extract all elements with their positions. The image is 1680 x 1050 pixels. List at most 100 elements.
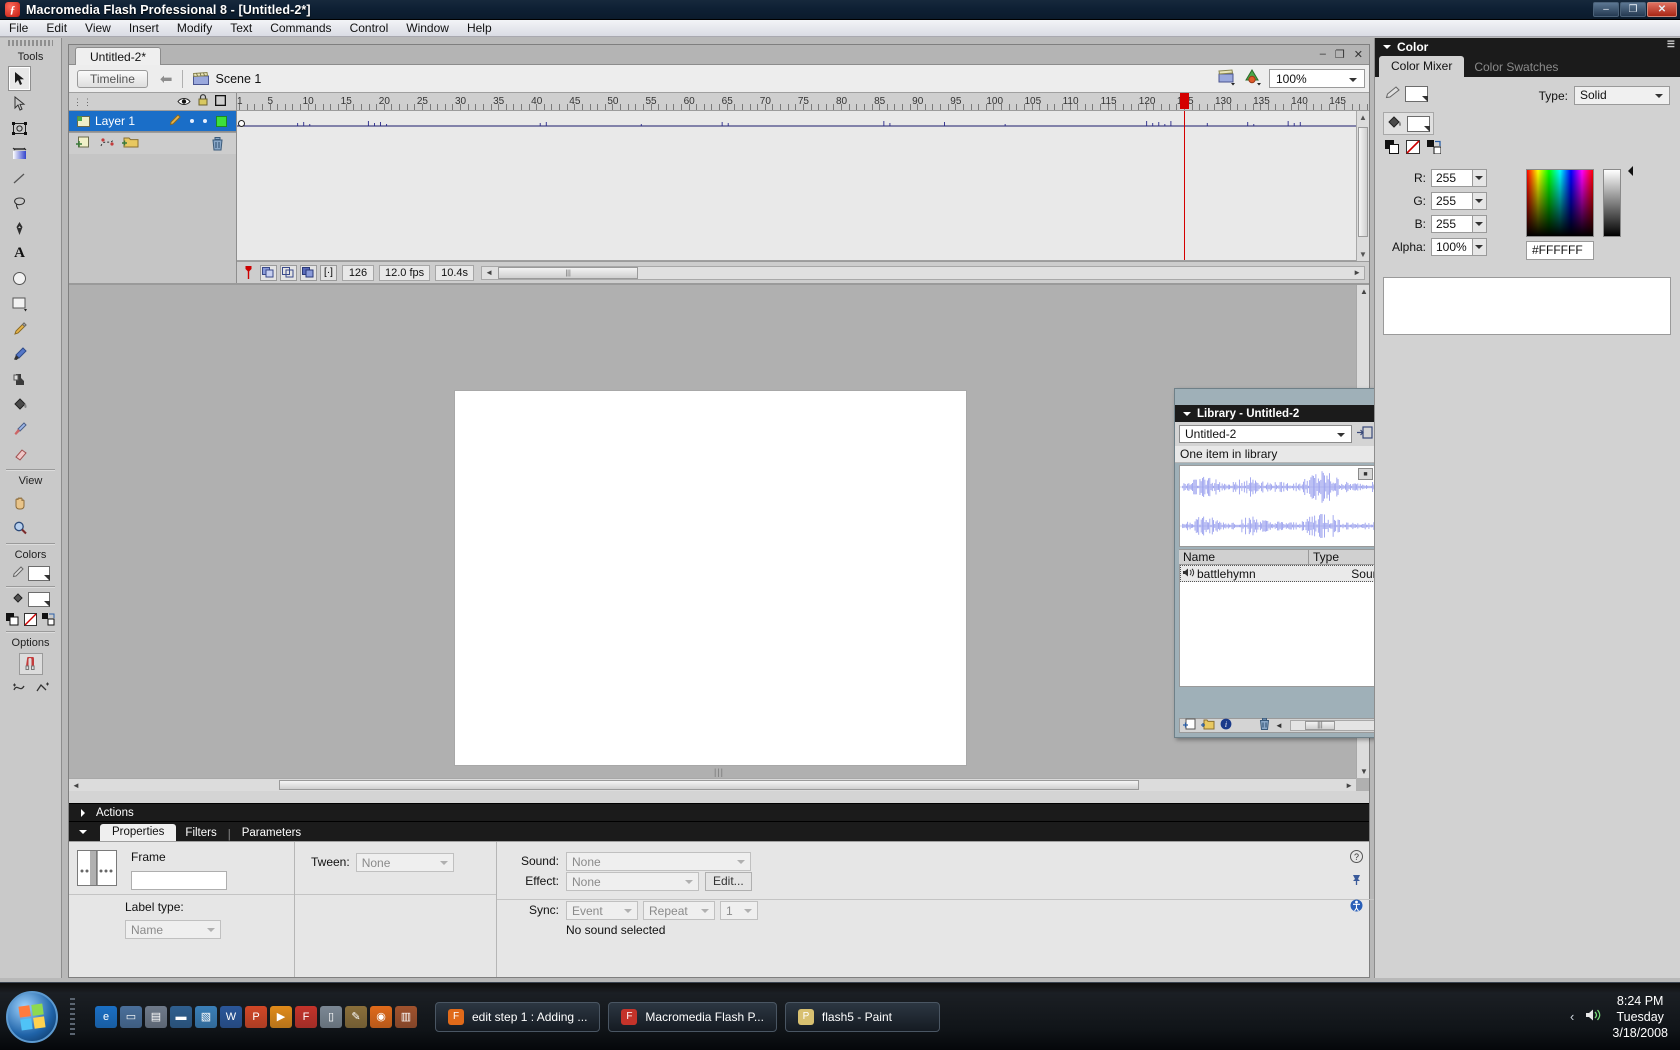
pencil-tool-icon[interactable] bbox=[8, 316, 31, 341]
hand-tool-icon[interactable] bbox=[8, 490, 31, 515]
zoom-tool-icon[interactable] bbox=[8, 515, 31, 540]
menu-edit[interactable]: Edit bbox=[37, 20, 76, 36]
edit-scene-icon[interactable] bbox=[1217, 68, 1237, 89]
luminance-marker-icon[interactable] bbox=[1623, 166, 1633, 176]
color-input-g[interactable]: 255 bbox=[1431, 192, 1473, 210]
tab-color-swatches[interactable]: Color Swatches bbox=[1464, 58, 1568, 77]
color-spinner-r[interactable] bbox=[1473, 169, 1487, 187]
properties-button[interactable]: i bbox=[1220, 718, 1232, 733]
timeline-vertical-scrollbar[interactable]: ▲ ▼ bbox=[1356, 111, 1369, 261]
document-restore-button[interactable]: ❐ bbox=[1335, 48, 1345, 61]
line-tool-icon[interactable] bbox=[8, 166, 31, 191]
color-fill-swatch[interactable] bbox=[1407, 115, 1430, 132]
luminance-slider[interactable] bbox=[1603, 169, 1621, 237]
powerpoint-icon[interactable]: P bbox=[245, 1005, 267, 1028]
collapsed-triangle-icon[interactable] bbox=[81, 808, 89, 817]
no-color-icon[interactable] bbox=[24, 613, 37, 626]
tab-properties[interactable]: Properties bbox=[100, 824, 177, 841]
library-list-item-battlehymn[interactable]: battlehymn Sound bbox=[1180, 565, 1393, 582]
frames-canvas[interactable] bbox=[237, 111, 1369, 261]
minimize-button[interactable]: – bbox=[1593, 2, 1619, 17]
insert-layer-button[interactable] bbox=[76, 135, 93, 152]
color-spinner-g[interactable] bbox=[1473, 192, 1487, 210]
lasso-tool-icon[interactable] bbox=[8, 191, 31, 216]
edit-multiple-frames-icon[interactable] bbox=[300, 264, 317, 281]
library-horizontal-scrollbar[interactable]: ||| bbox=[1289, 720, 1376, 731]
pin-icon[interactable] bbox=[1350, 873, 1363, 889]
media-center-icon[interactable]: ▬ bbox=[170, 1005, 192, 1028]
center-frame-icon[interactable] bbox=[240, 265, 257, 281]
menu-modify[interactable]: Modify bbox=[168, 20, 221, 36]
modify-onion-markers-icon[interactable]: [·] bbox=[320, 264, 337, 281]
layer-row-layer-1[interactable]: Layer 1 bbox=[69, 111, 236, 132]
color-input-r[interactable]: 255 bbox=[1431, 169, 1473, 187]
swap-colors-icon[interactable] bbox=[42, 613, 55, 626]
stage-horizontal-scrollbar[interactable]: ◄ ► bbox=[69, 778, 1356, 791]
insert-layer-folder-button[interactable] bbox=[122, 135, 140, 152]
menu-insert[interactable]: Insert bbox=[120, 20, 168, 36]
menu-control[interactable]: Control bbox=[341, 20, 398, 36]
color-input-b[interactable]: 255 bbox=[1431, 215, 1473, 233]
document-tab-untitled-2[interactable]: Untitled-2* bbox=[75, 47, 162, 65]
gradient-transform-tool-icon[interactable] bbox=[8, 141, 31, 166]
volume-icon[interactable] bbox=[1584, 1007, 1602, 1026]
tray-expand-arrow-icon[interactable]: ‹ bbox=[1570, 1009, 1574, 1024]
edit-symbol-icon[interactable] bbox=[1243, 68, 1263, 89]
panel-options-icon[interactable]: ☰ bbox=[1667, 40, 1675, 49]
effect-edit-button[interactable]: Edit... bbox=[705, 871, 752, 891]
zoom-level-select[interactable]: 100% bbox=[1269, 69, 1365, 88]
help-icon[interactable]: ? bbox=[1350, 850, 1363, 863]
menu-commands[interactable]: Commands bbox=[261, 20, 340, 36]
tab-parameters[interactable]: Parameters bbox=[233, 826, 310, 841]
eyedropper-tool-icon[interactable] bbox=[8, 416, 31, 441]
sync-select[interactable]: Event bbox=[566, 900, 638, 920]
brush-tool-icon[interactable] bbox=[8, 341, 31, 366]
recycle-bin-icon[interactable]: ▯ bbox=[320, 1005, 342, 1028]
document-minimize-button[interactable]: – bbox=[1320, 48, 1326, 61]
switch-windows-icon[interactable]: ▧ bbox=[195, 1005, 217, 1028]
internet-explorer-icon[interactable]: e bbox=[95, 1005, 117, 1028]
quick-launch-grip[interactable] bbox=[70, 997, 75, 1036]
stage-grip-handle[interactable]: ||| bbox=[714, 767, 724, 777]
delete-layer-button[interactable] bbox=[211, 137, 224, 154]
restore-button[interactable]: ❐ bbox=[1620, 2, 1646, 17]
color-panel-collapse-triangle-icon[interactable] bbox=[1383, 45, 1391, 53]
hex-color-input[interactable]: #FFFFFF bbox=[1526, 241, 1594, 260]
layer-outline-color-square[interactable] bbox=[216, 115, 227, 127]
stop-button-icon[interactable]: ■ bbox=[1358, 468, 1373, 480]
straighten-option-icon[interactable] bbox=[34, 681, 50, 698]
label-type-select[interactable]: Name bbox=[125, 920, 221, 939]
timeline-horizontal-scrollbar[interactable]: ◄ ||| ► bbox=[481, 265, 1365, 280]
pin-library-icon[interactable] bbox=[1357, 425, 1373, 443]
word-icon[interactable]: W bbox=[220, 1005, 242, 1028]
menu-window[interactable]: Window bbox=[397, 20, 458, 36]
tween-select[interactable]: None bbox=[355, 852, 454, 872]
timeline-toggle-button[interactable]: Timeline bbox=[77, 69, 148, 88]
swap-colors-icon[interactable] bbox=[1427, 140, 1442, 157]
start-orb[interactable] bbox=[6, 990, 58, 1043]
sound-select[interactable]: None bbox=[566, 851, 751, 871]
accessibility-icon[interactable] bbox=[1350, 899, 1363, 915]
arrow-selection-tool-icon[interactable] bbox=[8, 66, 31, 91]
library-collapse-triangle-icon[interactable] bbox=[1183, 411, 1191, 420]
loop-count-input[interactable]: 1 bbox=[720, 900, 758, 920]
library-document-select[interactable]: Untitled-2 bbox=[1179, 425, 1352, 443]
menu-text[interactable]: Text bbox=[221, 20, 261, 36]
color-input-alpha[interactable]: 100% bbox=[1431, 238, 1473, 256]
pen-tool-icon[interactable] bbox=[8, 216, 31, 241]
scene-label[interactable]: Scene 1 bbox=[215, 72, 261, 86]
color-type-select[interactable]: Solid bbox=[1574, 86, 1670, 105]
tab-filters[interactable]: Filters bbox=[176, 826, 225, 841]
playhead-marker[interactable] bbox=[1179, 93, 1189, 109]
lock-icon[interactable] bbox=[198, 94, 208, 109]
keyframe-marker[interactable] bbox=[238, 120, 245, 127]
close-button[interactable]: ✕ bbox=[1647, 2, 1677, 17]
smooth-option-icon[interactable] bbox=[12, 681, 28, 698]
document-close-button[interactable]: ✕ bbox=[1354, 48, 1363, 61]
stage-hscroll-thumb[interactable] bbox=[279, 780, 1139, 790]
black-and-white-icon[interactable] bbox=[1385, 140, 1399, 157]
menu-file[interactable]: File bbox=[0, 20, 37, 36]
color-spinner-alpha[interactable] bbox=[1473, 238, 1487, 256]
menu-view[interactable]: View bbox=[76, 20, 120, 36]
frame-name-input[interactable] bbox=[131, 871, 227, 890]
